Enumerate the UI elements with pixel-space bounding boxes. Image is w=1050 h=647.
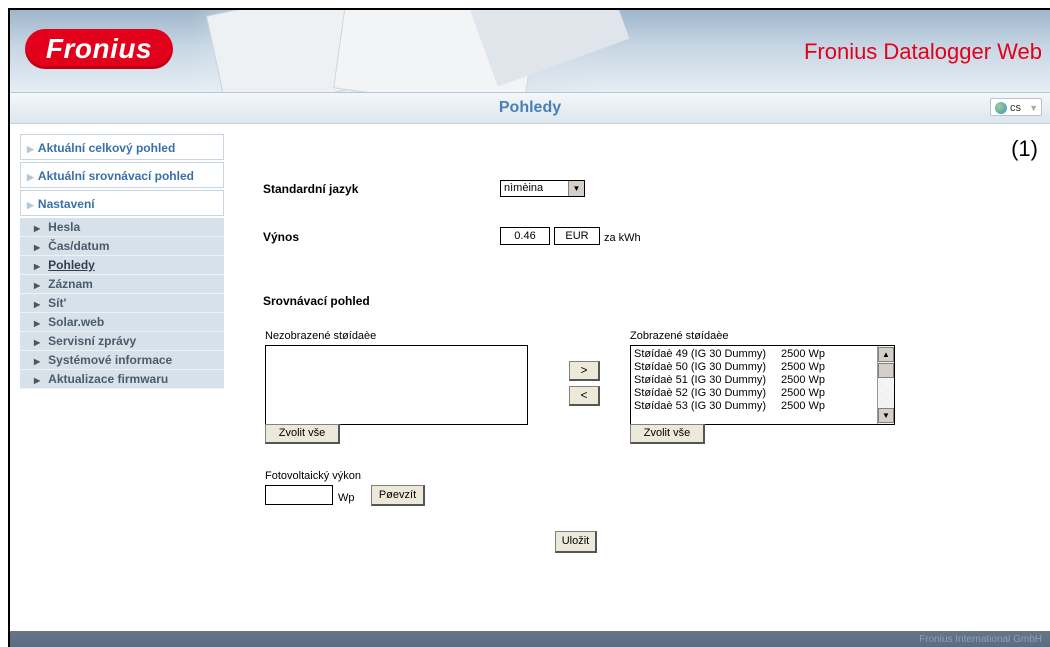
chevron-right-icon: ▶ [27, 172, 34, 182]
sidebar-item-firmware-update[interactable]: ▶ Aktualizace firmwaru [20, 370, 224, 389]
sidebar-item-time-date[interactable]: ▶ Čas/datum [20, 237, 224, 256]
language-select[interactable]: cs ▼ [990, 98, 1042, 116]
yield-unit-label: za kWh [604, 232, 641, 244]
sidebar-nav: ▶ Aktuální celkový pohled ▶ Aktuální srovn… [20, 134, 224, 389]
chevron-right-icon: ▶ [27, 144, 34, 154]
list-scrollbar[interactable]: ▲ ▼ [877, 346, 894, 424]
select-all-shown-button[interactable]: Zvolit vše [630, 424, 705, 444]
sidebar-item-views[interactable]: ▶ Pohledy [20, 256, 224, 275]
list-item[interactable]: Støídaè 52 (IG 30 Dummy) 2500 Wp [631, 387, 894, 400]
select-all-hidden-button[interactable]: Zvolit vše [265, 424, 340, 444]
hidden-inverters-label: Nezobrazené støídaèe [265, 330, 377, 342]
triangle-right-icon: ▶ [34, 376, 41, 385]
page-title: Pohledy [498, 99, 562, 116]
move-left-button[interactable]: < [569, 386, 600, 406]
pv-power-label: Fotovoltaický výkon [265, 470, 361, 482]
callout-marker: (1) [1011, 136, 1038, 161]
standard-language-select[interactable]: nìmèina ▼ [500, 180, 585, 197]
sidebar-item-network[interactable]: ▶ Sít' [20, 294, 224, 313]
list-item[interactable]: Støídaè 51 (IG 30 Dummy) 2500 Wp [631, 374, 894, 387]
sidebar-item-current-comparison[interactable]: ▶ Aktuální srovnávací pohled [20, 162, 224, 188]
sidebar-item-current-overview[interactable]: ▶ Aktuální celkový pohled [20, 134, 224, 160]
scroll-down-icon[interactable]: ▼ [878, 408, 894, 423]
sidebar-item-settings[interactable]: ▶ Nastavení [20, 190, 224, 216]
triangle-right-icon: ▶ [34, 357, 41, 366]
list-item[interactable]: Støídaè 49 (IG 30 Dummy) 2500 Wp [631, 348, 894, 361]
triangle-right-icon: ▶ [34, 338, 41, 347]
sidebar-item-system-info[interactable]: ▶ Systémové informace [20, 351, 224, 370]
triangle-right-icon: ▶ [34, 224, 41, 233]
footer-copyright: Fronius International GmbH [919, 634, 1042, 645]
save-button[interactable]: Uložit [555, 531, 597, 553]
title-bar: Pohledy cs ▼ [10, 92, 1050, 124]
sidebar-item-solarweb[interactable]: ▶ Solar.web [20, 313, 224, 332]
globe-icon [995, 102, 1007, 115]
sidebar-item-service-messages[interactable]: ▶ Servisní zprávy [20, 332, 224, 351]
app-title: Fronius Datalogger Web [803, 39, 1042, 64]
sidebar-item-logging[interactable]: ▶ Záznam [20, 275, 224, 294]
chevron-right-icon: ▶ [27, 200, 34, 210]
move-right-button[interactable]: > [569, 361, 600, 381]
scroll-up-icon[interactable]: ▲ [878, 347, 894, 362]
header-banner: Fronius Fronius Datalogger Web [10, 10, 1050, 92]
sidebar-item-passwords[interactable]: ▶ Hesla [20, 218, 224, 237]
triangle-right-icon: ▶ [34, 243, 41, 252]
currency-input[interactable]: EUR [554, 227, 600, 245]
yield-value-input[interactable]: 0.46 [500, 227, 550, 245]
triangle-right-icon: ▶ [34, 281, 41, 290]
hidden-inverters-list[interactable] [265, 345, 528, 425]
fronius-logo: Fronius [25, 29, 173, 69]
comparison-view-heading: Srovnávací pohled [263, 294, 370, 308]
list-item[interactable]: Støídaè 50 (IG 30 Dummy) 2500 Wp [631, 361, 894, 374]
triangle-right-icon: ▶ [34, 319, 41, 328]
app-frame: Fronius Fronius Datalogger Web Pohledy c… [8, 8, 1050, 647]
triangle-right-icon: ▶ [34, 262, 41, 271]
chevron-down-icon: ▼ [1029, 103, 1038, 113]
triangle-right-icon: ▶ [34, 300, 41, 309]
shown-inverters-label: Zobrazené støídaèe [630, 330, 729, 342]
convert-button[interactable]: Pøevzít [371, 485, 425, 506]
pv-power-unit: Wp [338, 492, 355, 504]
pv-power-input[interactable] [265, 485, 333, 505]
shown-inverters-list[interactable]: Støídaè 49 (IG 30 Dummy) 2500 Wp Støídaè … [630, 345, 895, 425]
chevron-down-icon: ▼ [568, 181, 584, 196]
yield-label: Výnos [263, 230, 300, 244]
footer-bar: Fronius International GmbH [10, 631, 1050, 647]
language-code: cs [1010, 102, 1021, 114]
standard-language-label: Standardní jazyk [263, 182, 359, 196]
list-item[interactable]: Støídaè 53 (IG 30 Dummy) 2500 Wp [631, 400, 894, 413]
scroll-thumb[interactable] [878, 363, 894, 378]
